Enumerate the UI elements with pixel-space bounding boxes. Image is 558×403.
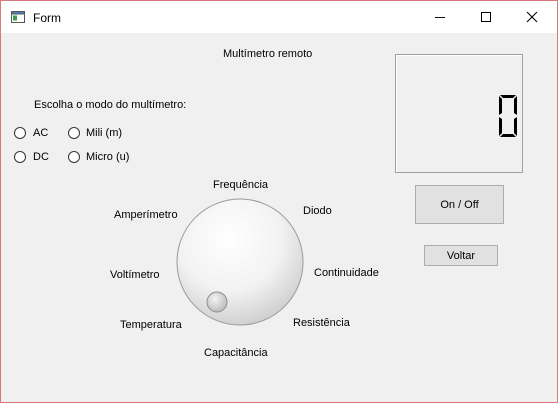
maximize-icon [481,12,491,22]
mode-selector-dial[interactable] [175,197,305,327]
dial-label-ammeter: Amperímetro [114,209,178,221]
dial-label-voltmeter: Voltímetro [110,269,160,281]
lcd-display: 0 [395,54,523,173]
on-off-button[interactable]: On / Off [415,185,504,224]
radio-dc-label[interactable]: DC [33,151,49,163]
dial-label-continuity: Continuidade [314,267,379,279]
radio-ac-label[interactable]: AC [33,127,48,139]
radio-mili-label[interactable]: Mili (m) [86,127,122,139]
radio-dc-circle[interactable] [14,151,26,163]
dial-label-diode: Diodo [303,205,332,217]
lcd-digit [499,95,517,137]
radio-micro-circle[interactable] [68,151,80,163]
lcd-value: 0 [396,55,397,56]
window-title: Form [33,11,61,25]
maximize-button[interactable] [463,1,509,33]
page-title: Multímetro remoto [223,48,313,60]
radio-ac-circle[interactable] [14,127,26,139]
minimize-icon [435,17,445,18]
dial-label-capacitance: Capacitância [204,347,268,359]
minimize-button[interactable] [417,1,463,33]
app-icon [11,11,25,23]
dial-label-frequency: Frequência [213,179,269,191]
radio-mili-circle[interactable] [68,127,80,139]
dial-label-temperature: Temperatura [120,319,182,331]
title-bar[interactable]: Form [1,1,557,33]
close-button[interactable] [509,1,555,33]
close-icon [526,11,538,23]
dial-pointer [206,291,228,313]
back-button[interactable]: Voltar [424,245,498,266]
form-content: Multímetro remoto Escolha o modo do mult… [1,33,557,402]
mode-prompt-label: Escolha o modo do multímetro: [34,99,187,111]
form-window: Form Multímetro remoto Escolha o modo do… [0,0,558,403]
radio-micro-label[interactable]: Micro (u) [86,151,129,163]
